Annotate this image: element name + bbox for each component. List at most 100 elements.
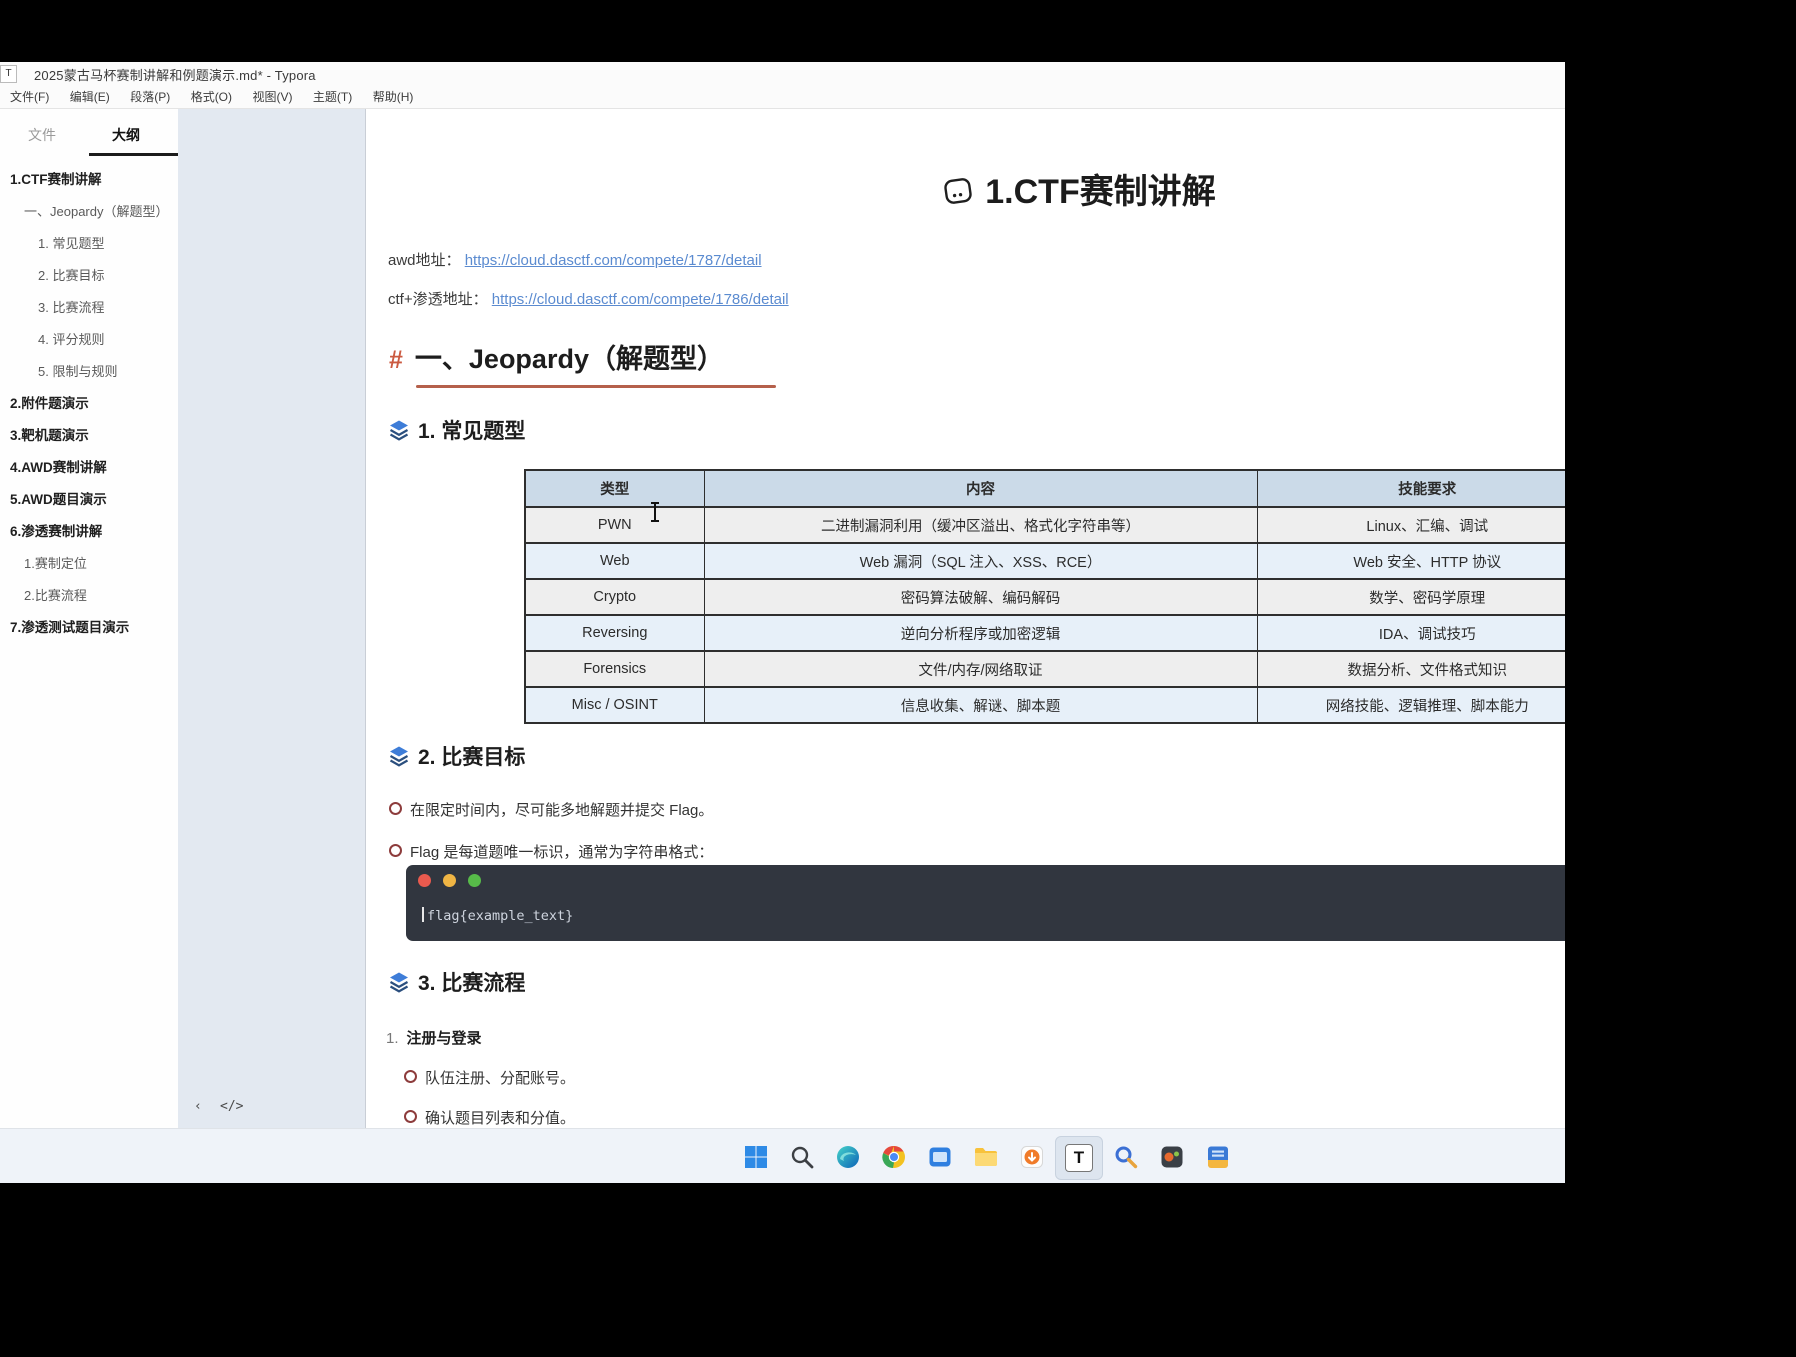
outline-item[interactable]: 5. 限制与规则 [38,363,178,380]
menu-help[interactable]: 帮助(H) [367,85,420,108]
heading-underline [416,385,776,388]
outline-item[interactable]: 1.赛制定位 [24,555,178,572]
taskbar-app-key[interactable] [1103,1136,1149,1178]
cell: 二进制漏洞利用（缓冲区溢出、格式化字符串等） [704,507,1257,543]
code-caret [422,907,424,922]
sidebar: 文件 大纲 1.CTF赛制讲解 一、Jeopardy（解题型） 1. 常见题型 … [0,109,178,1128]
outline-item[interactable]: 1. 常见题型 [38,235,178,252]
cell: Web [525,543,704,579]
typora-icon: T [1065,1144,1093,1172]
document-icon: T [0,65,17,83]
taskbar-app-dark[interactable] [1149,1136,1195,1178]
code-line: flag{example_text} [422,907,573,924]
search-icon [789,1144,815,1170]
awd-link[interactable]: https://cloud.dasctf.com/compete/1787/de… [465,252,762,269]
bullet-marker [404,1070,417,1083]
goal-bullet: Flag 是每道题唯一标识，通常为字符串格式： [389,841,713,862]
outline-item[interactable]: 2. 比赛目标 [38,267,178,284]
doc-title: 1.CTF赛制讲解 [366,164,1565,213]
layers-icon [388,419,410,441]
edge-browser-icon [835,1144,861,1170]
cell: Forensics [525,651,704,687]
table-row: Reversing 逆向分析程序或加密逻辑 IDA、调试技巧 [525,615,1565,651]
folder-icon [973,1144,999,1170]
outline-item[interactable]: 2.附件题演示 [10,395,178,412]
windows-logo-icon [743,1144,769,1170]
source-code-mode-icon[interactable]: </> [220,1099,243,1114]
yellow-dot-icon [443,874,456,887]
taskbar-search[interactable] [779,1136,825,1178]
collapse-sidebar-icon[interactable]: ‹ [194,1099,202,1114]
col-header-content: 内容 [704,470,1257,507]
outline-item[interactable]: 4. 评分规则 [38,331,178,348]
outline-item[interactable]: 6.渗透赛制讲解 [10,523,178,540]
awd-label: awd地址： [388,252,461,269]
cell: 数据分析、文件格式知识 [1257,651,1565,687]
red-dot-icon [418,874,431,887]
cell: IDA、调试技巧 [1257,615,1565,651]
code-block[interactable]: flag{example_text} [406,865,1565,941]
list-number: 1. [386,1030,399,1047]
main-area: 文件 大纲 1.CTF赛制讲解 一、Jeopardy（解题型） 1. 常见题型 … [0,109,1565,1128]
cell: Web 漏洞（SQL 注入、XSS、RCE） [704,543,1257,579]
start-button[interactable] [733,1136,779,1178]
sidebar-tabs: 文件 大纲 [0,119,178,155]
process-bullet: 确认题目列表和分值。 [404,1107,575,1128]
cell: Crypto [525,579,704,615]
col-header-type: 类型 [525,470,704,507]
taskbar-app-orange[interactable] [1009,1136,1055,1178]
taskbar-app-window[interactable] [917,1136,963,1178]
outline-item[interactable]: 7.渗透测试题目演示 [10,619,178,636]
goal-bullet: 在限定时间内，尽可能多地解题并提交 Flag。 [389,799,713,820]
menu-format[interactable]: 格式(O) [185,85,238,108]
outline-item[interactable]: 3.靶机题演示 [10,427,178,444]
table-row: Misc / OSINT 信息收集、解谜、脚本题 网络技能、逻辑推理、脚本能力 [525,687,1565,723]
cell: PWN [525,507,704,543]
bullet-marker [389,802,402,815]
layers-icon [388,971,410,993]
menu-bar: 文件(F) 编辑(E) 段落(P) 格式(O) 视图(V) 主题(T) 帮助(H… [0,85,1565,109]
heading-goals: 2. 比赛目标 [388,741,525,771]
outline-item[interactable]: 3. 比赛流程 [38,299,178,316]
taskbar-chrome[interactable] [871,1136,917,1178]
outline-item[interactable]: 2.比赛流程 [24,587,178,604]
heading-common-types: 1. 常见题型 [388,415,525,445]
menu-paragraph[interactable]: 段落(P) [124,85,176,108]
table-row: Web Web 漏洞（SQL 注入、XSS、RCE） Web 安全、HTTP 协… [525,543,1565,579]
outline-item[interactable]: 1.CTF赛制讲解 [10,171,178,188]
taskbar-edge[interactable] [825,1136,871,1178]
taskbar-app-docs[interactable] [1195,1136,1241,1178]
cell: 数学、密码学原理 [1257,579,1565,615]
ctf-link[interactable]: https://cloud.dasctf.com/compete/1786/de… [492,291,789,308]
ctf-label: ctf+渗透地址： [388,291,488,308]
taskbar-typora-active[interactable]: T [1055,1136,1103,1180]
awd-link-line: awd地址： https://cloud.dasctf.com/compete/… [388,249,762,270]
title-bar: T 2025蒙古马杯赛制讲解和例题演示.md* - Typora [0,62,1565,85]
title-emoji-icon [941,174,975,208]
process-bullet: 队伍注册、分配账号。 [404,1067,575,1088]
menu-view[interactable]: 视图(V) [246,85,298,108]
cell: 文件/内存/网络取证 [704,651,1257,687]
menu-edit[interactable]: 编辑(E) [64,85,116,108]
sidebar-panel: ‹ </> [178,109,365,1128]
tab-outline[interactable]: 大纲 [112,125,140,145]
taskbar-file-explorer[interactable] [963,1136,1009,1178]
tab-active-underline [89,153,178,156]
col-header-skill: 技能要求 [1257,470,1565,507]
tab-files[interactable]: 文件 [28,125,56,145]
table-header-row: 类型 内容 技能要求 [525,470,1565,507]
taskbar-icons: T [733,1136,1241,1178]
menu-theme[interactable]: 主题(T) [307,85,358,108]
bullet-marker [389,844,402,857]
orange-arrow-app-icon [1019,1144,1045,1170]
outline-item[interactable]: 一、Jeopardy（解题型） [24,203,178,220]
outline-item[interactable]: 4.AWD赛制讲解 [10,459,178,476]
menu-file[interactable]: 文件(F) [4,85,55,108]
question-types-table: 类型 内容 技能要求 PWN 二进制漏洞利用（缓冲区溢出、格式化字符串等） Li… [524,469,1565,724]
window-title: 2025蒙古马杯赛制讲解和例题演示.md* - Typora [34,65,316,84]
outline-item[interactable]: 5.AWD题目演示 [10,491,178,508]
document-area[interactable]: 1.CTF赛制讲解 awd地址： https://cloud.dasctf.co… [365,109,1565,1128]
cell: Misc / OSINT [525,687,704,723]
cell: Reversing [525,615,704,651]
cell: Linux、汇编、调试 [1257,507,1565,543]
